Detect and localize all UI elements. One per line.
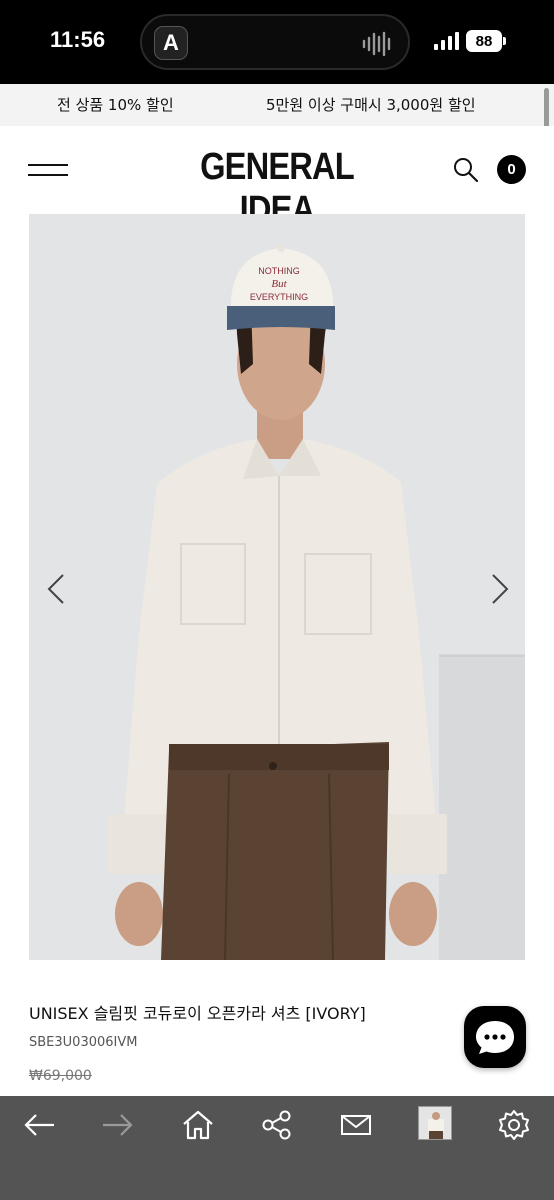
product-photo: NOTHING But EVERYTHING: [29, 214, 525, 960]
now-playing-app-icon: A: [154, 26, 188, 60]
page: 11:56 A 88 전 상품 10% 할인 5만원 이상 구매시 3,000원…: [0, 0, 554, 1200]
battery-icon: 88: [466, 30, 506, 52]
svg-text:But: But: [271, 278, 287, 290]
promo-discount-text: 전 상품 10% 할인: [57, 96, 174, 114]
search-icon[interactable]: [452, 156, 480, 184]
svg-text:EVERYTHING: EVERYTHING: [250, 292, 308, 302]
product-code: SBE3U03006IVM: [29, 1035, 138, 1050]
status-time: 11:56: [50, 27, 106, 52]
promo-threshold-text: 5만원 이상 구매시 3,000원 할인: [266, 96, 476, 114]
signal-icon: [434, 32, 459, 50]
mail-icon[interactable]: [339, 1108, 373, 1142]
chat-button[interactable]: [464, 1006, 526, 1068]
browser-toolbar: [0, 1096, 554, 1200]
forward-arrow-icon[interactable]: [101, 1108, 135, 1142]
back-arrow-icon[interactable]: [22, 1108, 56, 1142]
dynamic-island: A: [140, 14, 410, 70]
promo-bar[interactable]: 전 상품 10% 할인 5만원 이상 구매시 3,000원 할인: [0, 84, 554, 126]
product-name: UNISEX 슬림핏 코듀로이 오픈카라 셔츠 [IVORY]: [29, 1004, 366, 1023]
share-icon[interactable]: [260, 1108, 294, 1142]
svg-text:NOTHING: NOTHING: [258, 266, 300, 276]
product-image-gallery[interactable]: NOTHING But EVERYTHING: [29, 214, 525, 960]
site-header: GENERAL IDEA 0: [0, 126, 554, 231]
status-bar: 11:56 A 88: [0, 0, 554, 84]
product-original-price: ₩69,000: [29, 1068, 92, 1084]
menu-icon[interactable]: [28, 164, 68, 178]
home-icon[interactable]: [181, 1108, 215, 1142]
chevron-right-icon[interactable]: [483, 569, 513, 609]
audio-wave-icon: [362, 31, 391, 57]
tab-thumbnail-preview: [419, 1107, 451, 1139]
chat-bubble-icon: [476, 1021, 514, 1054]
chevron-left-icon[interactable]: [43, 569, 73, 609]
settings-gear-icon[interactable]: [497, 1108, 531, 1142]
tab-thumbnail[interactable]: [418, 1106, 452, 1140]
cart-count-badge[interactable]: 0: [497, 155, 526, 184]
